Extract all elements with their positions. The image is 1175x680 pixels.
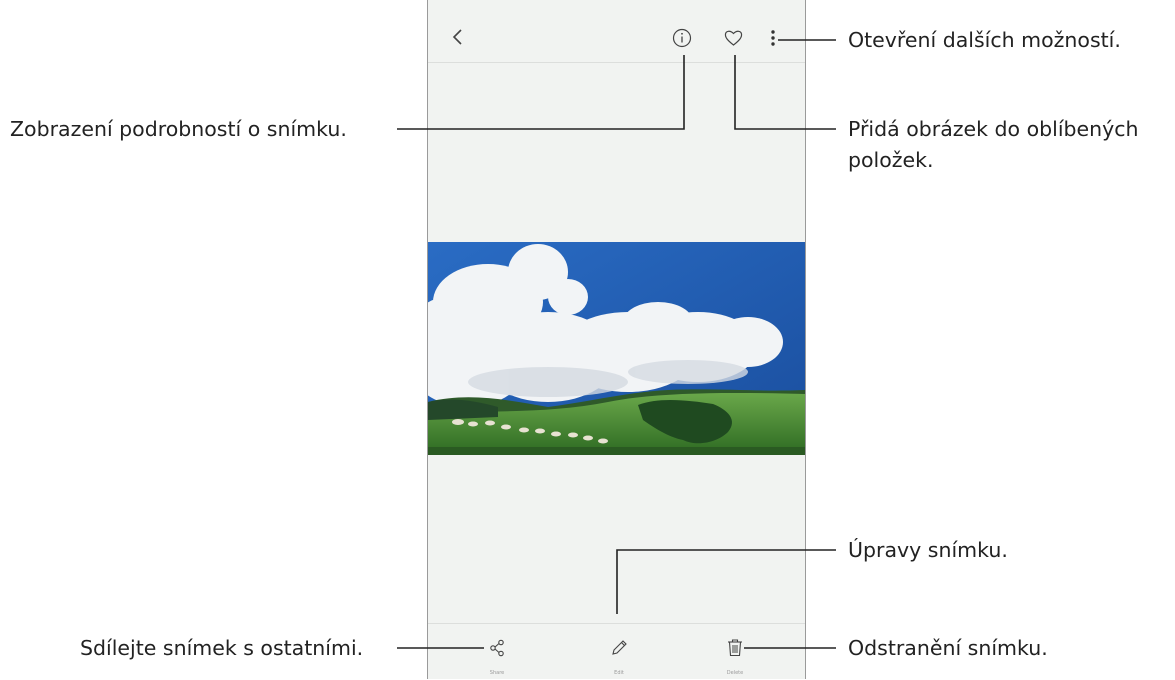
callout-share: Sdílejte snímek s ostatními. — [80, 636, 364, 660]
callout-more-options: Otevření dalších možností. — [848, 28, 1121, 52]
callout-favorite-line1: Přidá obrázek do oblíbených — [848, 117, 1139, 141]
callout-delete: Odstranění snímku. — [848, 636, 1048, 660]
callout-edit: Úpravy snímku. — [848, 538, 1008, 562]
callout-lines — [397, 39, 836, 649]
callout-favorite-line2: položek. — [848, 148, 934, 172]
callout-details: Zobrazení podrobností o snímku. — [10, 117, 347, 141]
